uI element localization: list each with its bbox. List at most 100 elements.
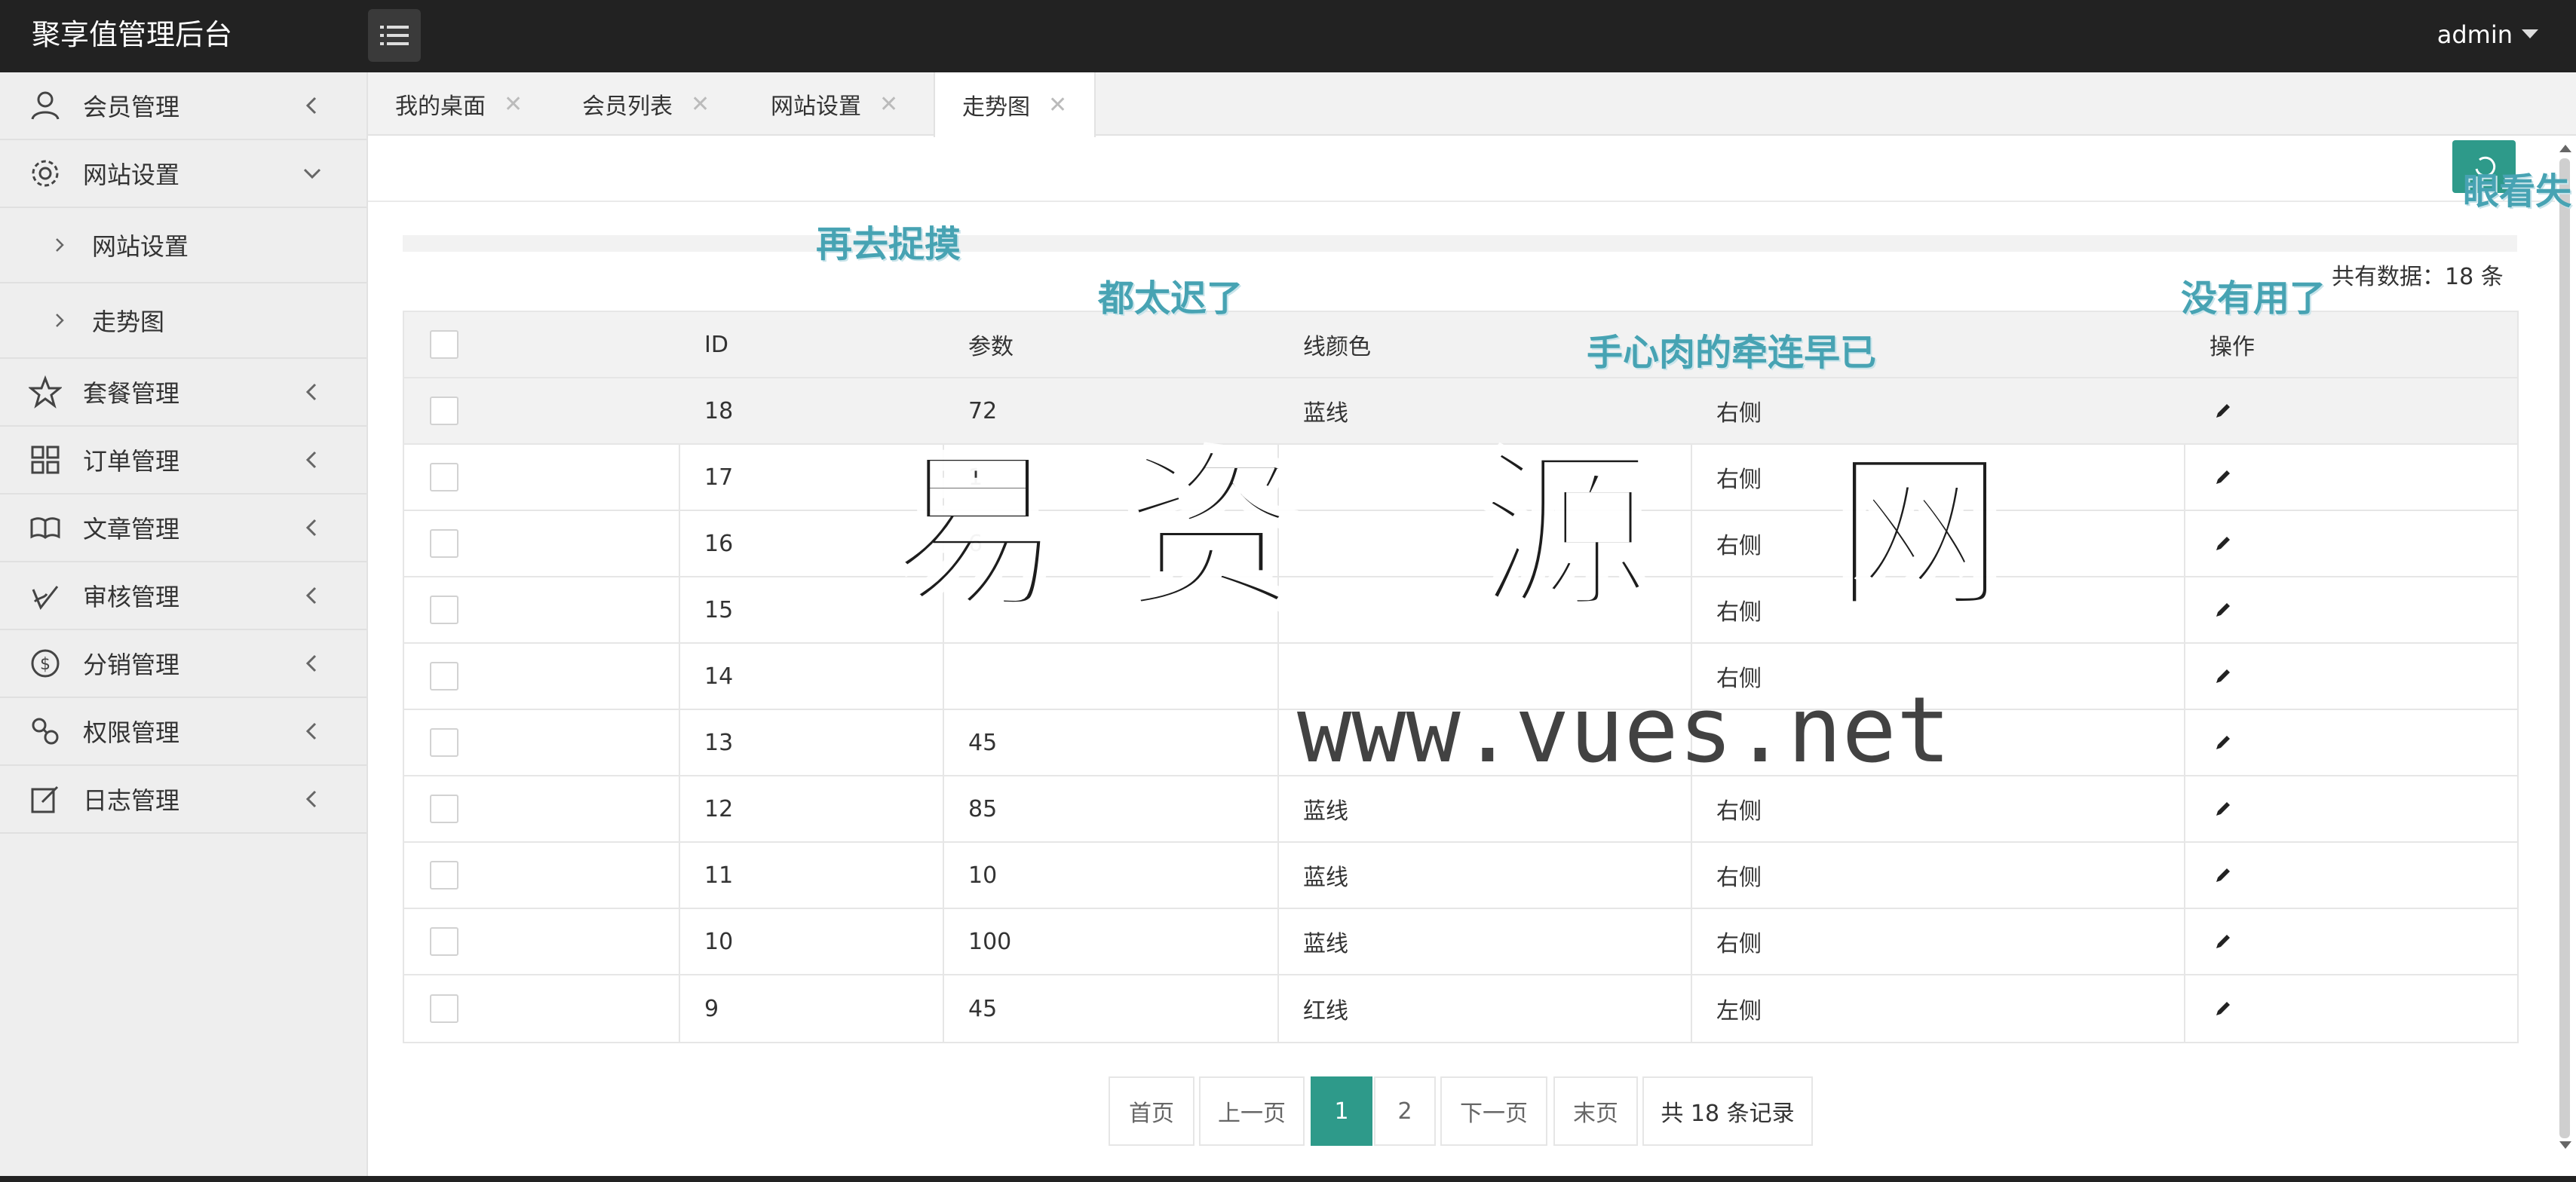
cell-side: 左侧	[1716, 998, 1762, 1024]
column-header: ID	[704, 331, 728, 358]
pencil-icon[interactable]	[2213, 599, 2234, 620]
sidebar-item-label: 日志管理	[83, 786, 180, 815]
row-checkbox[interactable]	[430, 927, 458, 956]
grid-icon	[31, 446, 60, 474]
sidebar-item-articles[interactable]: 文章管理	[0, 495, 366, 562]
sidebar-item-label: 网站设置	[83, 161, 180, 189]
row-checkbox[interactable]	[430, 861, 458, 890]
vertical-scrollbar[interactable]	[2559, 158, 2570, 1138]
chevron-left-icon	[305, 383, 317, 401]
pencil-icon[interactable]	[2213, 666, 2234, 687]
tab-label: 会员列表	[582, 93, 673, 120]
cell-id: 10	[704, 928, 734, 955]
close-icon[interactable]: ✕	[504, 91, 523, 118]
stamp-icon	[32, 586, 59, 610]
star-icon	[29, 375, 62, 409]
svg-text:$: $	[40, 655, 51, 674]
sidebar-item-label: 分销管理	[83, 651, 180, 679]
sidebar-item-site-settings[interactable]: 网站设置	[0, 140, 366, 208]
table-row[interactable]: 9 45 红线 左侧	[404, 975, 2517, 1042]
first-page-button[interactable]: 首页	[1109, 1076, 1194, 1146]
cell-param: 45	[968, 995, 998, 1022]
chevron-left-icon	[305, 722, 317, 740]
pencil-icon[interactable]	[2213, 533, 2234, 554]
user-menu[interactable]: admin	[2437, 17, 2538, 53]
watermark-url: www.vues.net	[1297, 678, 1951, 783]
close-icon[interactable]: ✕	[691, 91, 710, 118]
sidebar-item-review[interactable]: 审核管理	[0, 562, 366, 630]
scroll-down-arrow-icon[interactable]	[2556, 1137, 2574, 1153]
next-page-button[interactable]: 下一页	[1440, 1076, 1547, 1146]
table-row[interactable]: 10 100 蓝线 右侧	[404, 909, 2517, 975]
select-all-checkbox[interactable]	[430, 330, 458, 359]
cell-id: 16	[704, 530, 734, 557]
overlay-lyric: 再去捉摸	[816, 223, 961, 265]
cell-side: 右侧	[1716, 798, 1762, 825]
column-header: 线颜色	[1303, 334, 1371, 360]
row-checkbox[interactable]	[430, 596, 458, 624]
list-icon	[380, 26, 409, 45]
row-checkbox[interactable]	[430, 463, 458, 491]
prev-page-button[interactable]: 上一页	[1199, 1076, 1305, 1146]
overlay-lyric: 眼看失	[2463, 170, 2572, 213]
pencil-icon[interactable]	[2213, 998, 2234, 1019]
chevron-left-icon	[305, 790, 317, 808]
scroll-up-arrow-icon[interactable]	[2556, 140, 2574, 157]
cell-id: 12	[704, 795, 734, 822]
sidebar-item-packages[interactable]: 套餐管理	[0, 359, 366, 427]
cell-color: 红线	[1303, 998, 1348, 1024]
close-icon[interactable]: ✕	[879, 91, 898, 118]
row-checkbox[interactable]	[430, 728, 458, 757]
sidebar-item-distribution[interactable]: $ 分销管理	[0, 630, 366, 698]
app-title: 聚享值管理后台	[32, 18, 233, 51]
total-count: 共有数据：18 条	[2332, 264, 2504, 290]
row-checkbox[interactable]	[430, 662, 458, 691]
cell-param: 85	[968, 795, 998, 822]
row-checkbox[interactable]	[430, 397, 458, 425]
table-row[interactable]: 12 85 蓝线 右侧	[404, 776, 2517, 843]
sidebar-subitem-site-settings[interactable]: 网站设置	[0, 208, 366, 283]
pencil-icon[interactable]	[2213, 467, 2234, 488]
row-checkbox[interactable]	[430, 795, 458, 823]
close-icon[interactable]: ✕	[1048, 92, 1067, 118]
sidebar-item-members[interactable]: 会员管理	[0, 72, 366, 140]
row-checkbox[interactable]	[430, 529, 458, 558]
menu-toggle-button[interactable]	[368, 9, 421, 62]
row-checkbox[interactable]	[430, 994, 458, 1023]
sidebar-item-label: 订单管理	[83, 447, 180, 476]
overlay-lyric: 都太迟了	[1098, 277, 1244, 320]
cell-param: 10	[968, 862, 998, 889]
cell-id: 18	[704, 397, 734, 424]
chevron-left-icon	[305, 519, 317, 537]
chevron-right-icon	[56, 238, 64, 252]
column-header: 操作	[2210, 334, 2255, 360]
sidebar-subitem-label: 网站设置	[92, 232, 189, 261]
cell-id: 14	[704, 663, 734, 690]
sidebar-item-orders[interactable]: 订单管理	[0, 427, 366, 495]
last-page-button[interactable]: 末页	[1553, 1076, 1638, 1146]
page-1-button[interactable]: 1	[1311, 1076, 1372, 1146]
tab-trend-chart[interactable]: 走势图 ✕	[934, 72, 1096, 137]
tab-site-settings[interactable]: 网站设置 ✕	[771, 72, 898, 136]
overlay-lyric: 没有用了	[2181, 277, 2326, 320]
overlay-lyric: 手心肉的牵连早已	[1587, 332, 1877, 374]
divider	[368, 201, 2555, 202]
table-row[interactable]: 11 10 蓝线 右侧	[404, 843, 2517, 909]
column-header: 参数	[968, 334, 1014, 360]
pencil-icon[interactable]	[2213, 400, 2234, 421]
cell-color: 蓝线	[1303, 865, 1348, 891]
pencil-icon[interactable]	[2213, 865, 2234, 886]
page-2-button[interactable]: 2	[1374, 1076, 1436, 1146]
tab-member-list[interactable]: 会员列表 ✕	[582, 72, 710, 136]
edit-icon	[31, 785, 59, 813]
pencil-icon[interactable]	[2213, 732, 2234, 753]
tab-desktop[interactable]: 我的桌面 ✕	[395, 72, 523, 136]
sidebar-subitem-trend-chart[interactable]: 走势图	[0, 283, 366, 359]
pencil-icon[interactable]	[2213, 798, 2234, 819]
chevron-left-icon	[305, 654, 317, 672]
book-icon	[30, 517, 60, 539]
sidebar-item-label: 会员管理	[83, 93, 180, 121]
sidebar-item-permissions[interactable]: 权限管理	[0, 698, 366, 766]
pencil-icon[interactable]	[2213, 931, 2234, 952]
sidebar-item-logs[interactable]: 日志管理	[0, 766, 366, 834]
